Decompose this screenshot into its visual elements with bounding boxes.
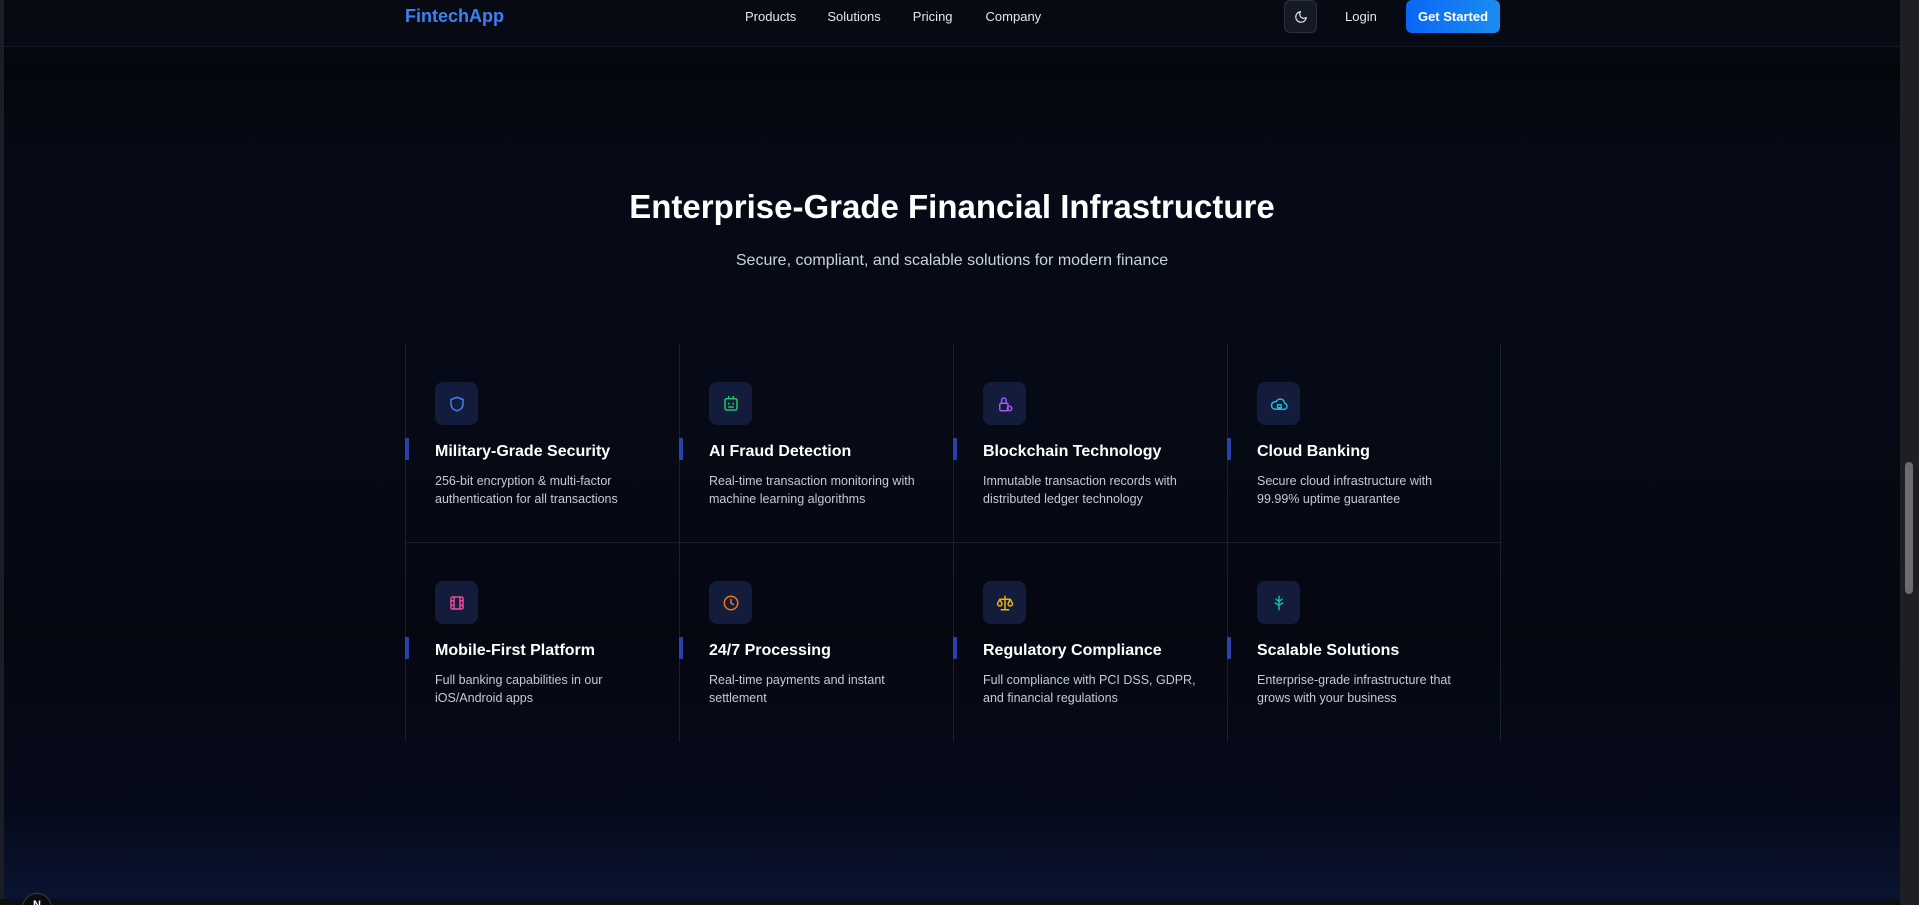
feature-title: Military-Grade Security <box>435 443 611 460</box>
card-accent-bar <box>679 637 683 659</box>
feature-title: AI Fraud Detection <box>709 443 852 460</box>
card-accent-bar <box>1227 637 1231 659</box>
feature-title: Scalable Solutions <box>1257 642 1400 659</box>
section-title: Enterprise-Grade Financial Infrastructur… <box>629 188 1275 225</box>
top-navbar: FintechApp Products Solutions Pricing Co… <box>4 0 1900 47</box>
moon-icon <box>1294 10 1308 24</box>
scale-icon <box>996 594 1014 612</box>
feature-icon-box <box>1257 382 1300 425</box>
feature-title: Cloud Banking <box>1257 443 1370 460</box>
feature-icon-box <box>983 382 1026 425</box>
feature-title: Blockchain Technology <box>983 443 1162 460</box>
tree-icon <box>1270 594 1288 612</box>
feature-description: Immutable transaction records with distr… <box>983 474 1177 506</box>
brand-logo[interactable]: FintechApp <box>405 6 504 27</box>
feature-description: 256-bit encryption & multi-factor authen… <box>435 474 618 506</box>
feature-description: Enterprise-grade infrastructure that gro… <box>1257 673 1451 705</box>
film-icon <box>448 594 466 612</box>
page: FintechApp Products Solutions Pricing Co… <box>4 0 1900 905</box>
section-subtitle: Secure, compliant, and scalable solution… <box>735 252 1169 269</box>
feature-card-scalable: Scalable Solutions Enterprise-grade infr… <box>1227 543 1502 742</box>
vertical-scrollbar[interactable] <box>1900 0 1919 905</box>
get-started-button[interactable]: Get Started <box>1406 0 1500 33</box>
card-accent-bar <box>405 438 409 460</box>
bottom-edge <box>0 899 1900 905</box>
feature-title: Mobile-First Platform <box>435 642 596 659</box>
main-nav: Products Solutions Pricing Company <box>745 10 1041 24</box>
feature-description: Secure cloud infrastructure with 99.99% … <box>1257 474 1433 506</box>
card-accent-bar <box>679 438 683 460</box>
nav-link-solutions[interactable]: Solutions <box>827 10 880 24</box>
feature-description: Full banking capabilities in our iOS/And… <box>435 673 603 705</box>
nav-link-pricing[interactable]: Pricing <box>913 10 953 24</box>
card-accent-bar <box>1227 438 1231 460</box>
clock-icon <box>722 594 740 612</box>
nav-link-company[interactable]: Company <box>986 10 1042 24</box>
card-accent-bar <box>953 637 957 659</box>
feature-card-fraud-detection: AI Fraud Detection Real-time transaction… <box>679 344 954 543</box>
features-grid: Military-Grade Security 256-bit encrypti… <box>405 344 1502 742</box>
feature-icon-box <box>1257 581 1300 624</box>
feature-description: Real-time payments and instant settlemen… <box>709 673 885 705</box>
feature-icon-box <box>709 581 752 624</box>
login-link[interactable]: Login <box>1345 9 1377 24</box>
card-accent-bar <box>953 438 957 460</box>
theme-toggle-button[interactable] <box>1284 0 1317 33</box>
feature-card-processing: 24/7 Processing Real-time payments and i… <box>679 543 954 742</box>
nav-link-products[interactable]: Products <box>745 10 796 24</box>
feature-card-mobile-first: Mobile-First Platform Full banking capab… <box>405 543 680 742</box>
feature-title: Regulatory Compliance <box>983 642 1162 659</box>
feature-icon-box <box>709 382 752 425</box>
feature-card-compliance: Regulatory Compliance Full compliance wi… <box>953 543 1228 742</box>
feature-description: Full compliance with PCI DSS, GDPR, and … <box>983 673 1196 705</box>
lock-icon <box>996 395 1014 413</box>
feature-card-security: Military-Grade Security 256-bit encrypti… <box>405 344 680 543</box>
feature-icon-box <box>983 581 1026 624</box>
bot-icon <box>722 395 740 413</box>
feature-title: 24/7 Processing <box>709 642 831 659</box>
cloud-icon <box>1270 395 1288 413</box>
feature-icon-box <box>435 382 478 425</box>
feature-card-cloud-banking: Cloud Banking Secure cloud infrastructur… <box>1227 344 1502 543</box>
card-accent-bar <box>405 637 409 659</box>
scrollbar-thumb[interactable] <box>1905 462 1913 594</box>
feature-description: Real-time transaction monitoring with ma… <box>709 474 915 506</box>
shield-icon <box>448 395 466 413</box>
feature-card-blockchain: Blockchain Technology Immutable transact… <box>953 344 1228 543</box>
feature-icon-box <box>435 581 478 624</box>
